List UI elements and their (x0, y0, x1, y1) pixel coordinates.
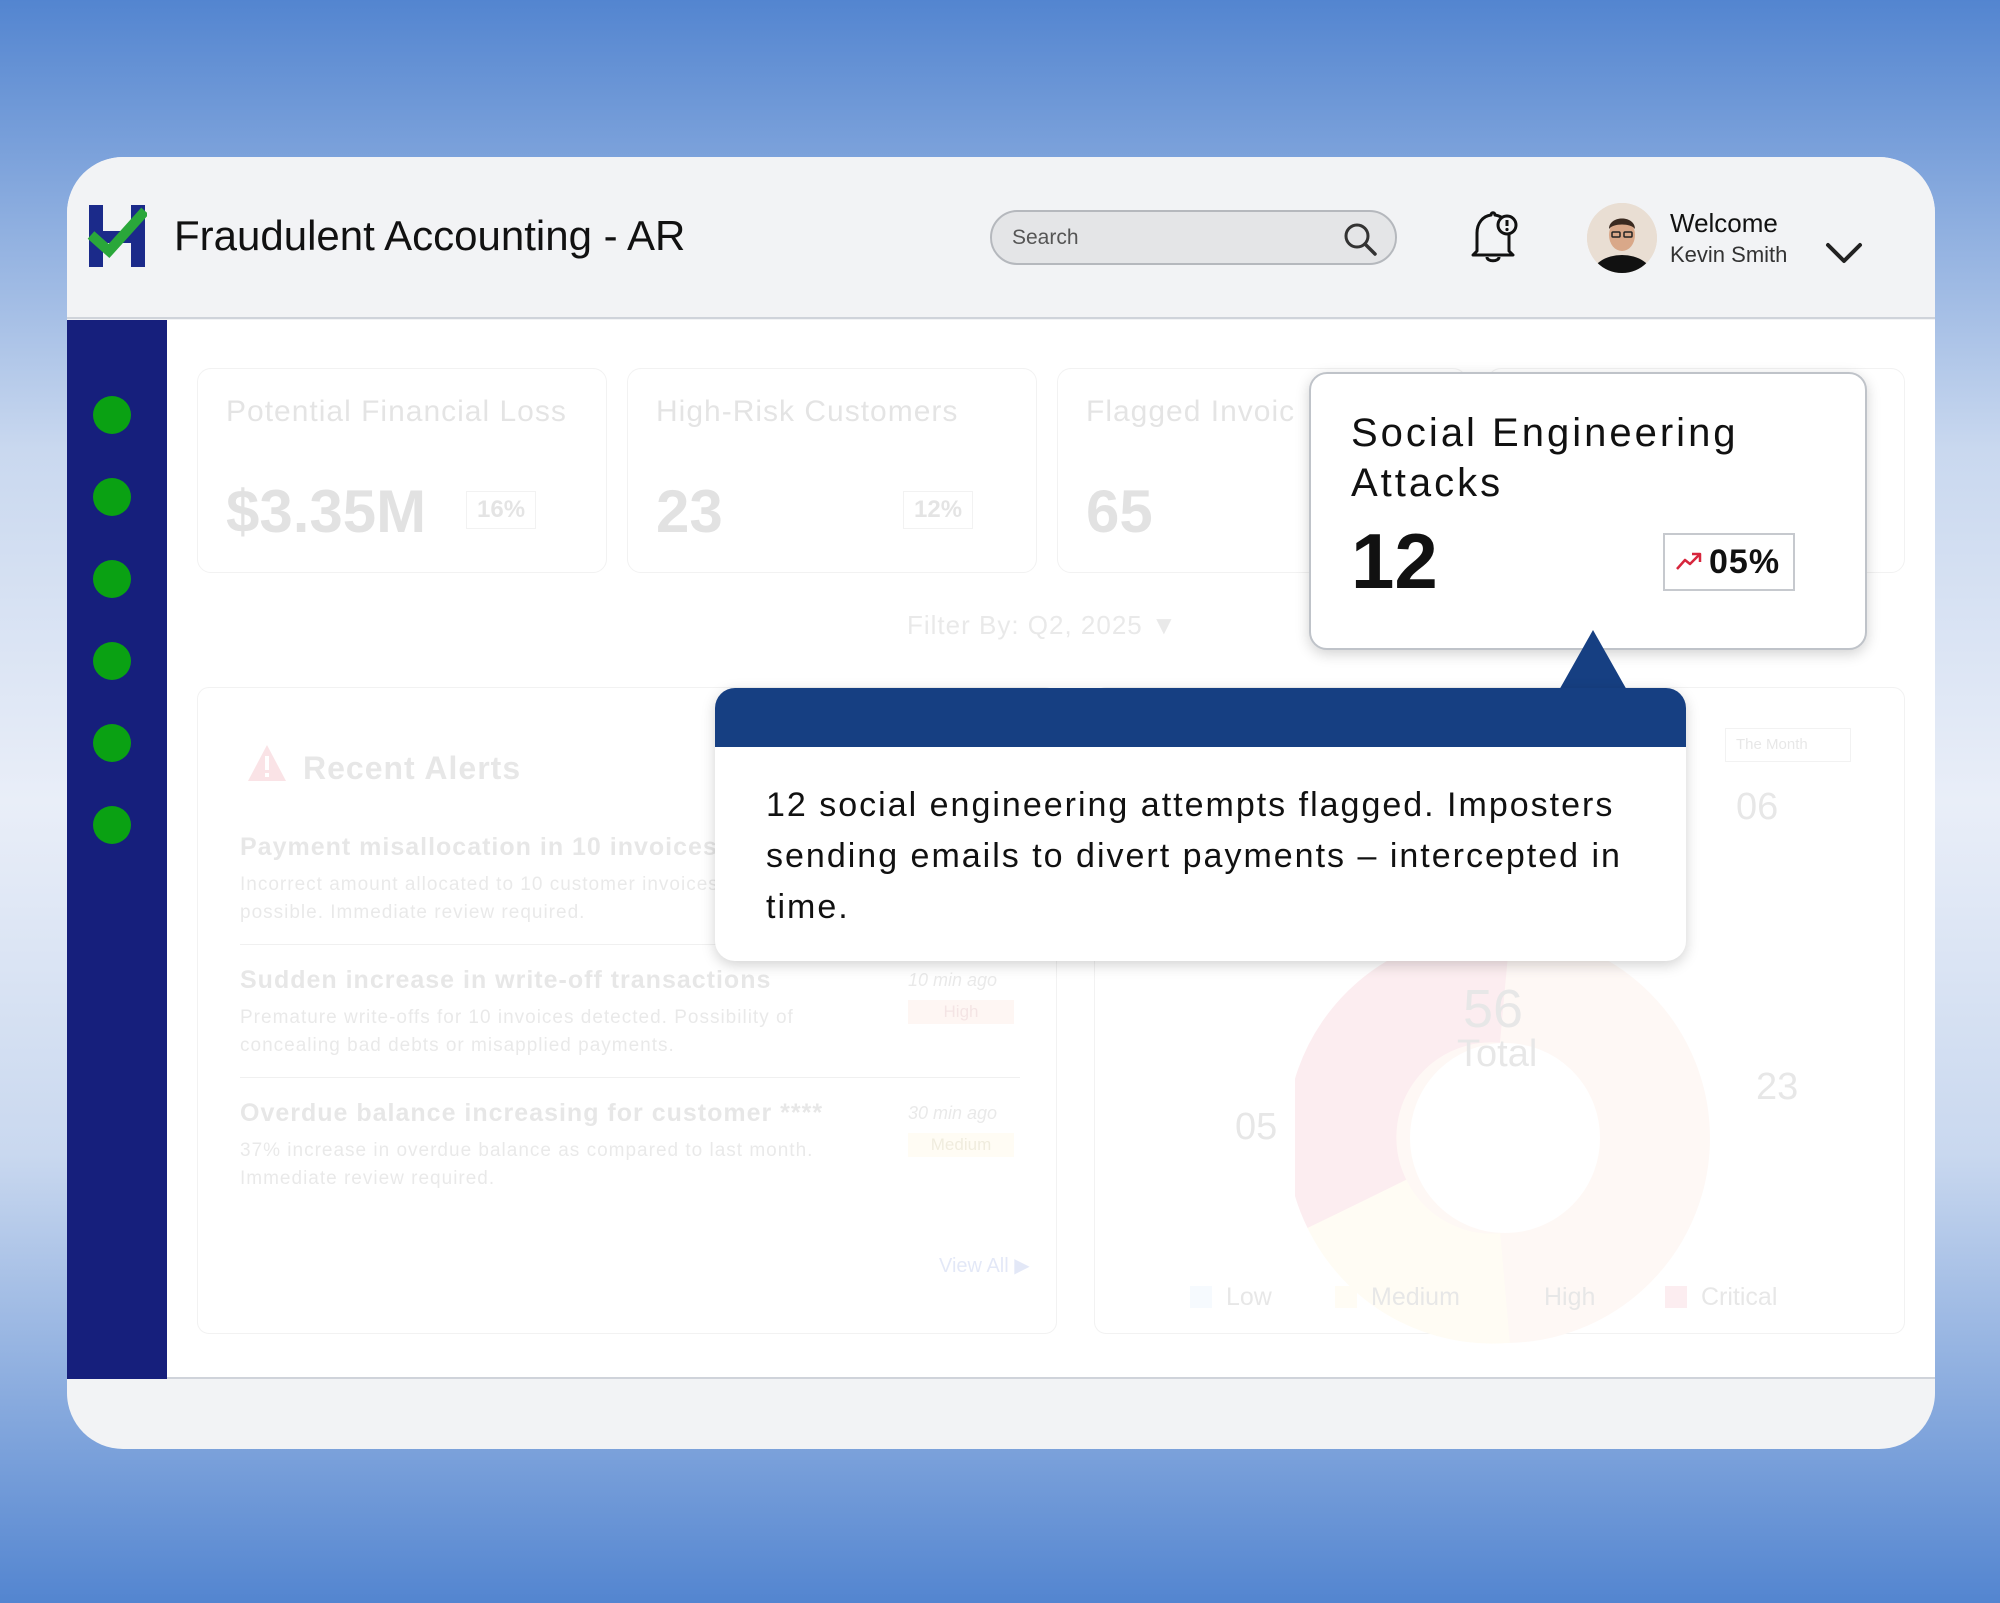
sidebar-item-2[interactable] (93, 478, 131, 516)
top-bar: Fraudulent Accounting - AR Search Welcom… (67, 157, 1935, 319)
donut-segment-medium (1307, 1178, 1510, 1344)
kpi-title: High-Risk Customers (656, 395, 959, 428)
donut-total-label: Total (1457, 1033, 1538, 1075)
kpi-title: Potential Financial Loss (226, 395, 567, 428)
period-select[interactable]: The Month (1725, 728, 1851, 762)
panel-title: Recent Alerts (303, 750, 522, 786)
alert-title[interactable]: Sudden increase in write-off transaction… (240, 966, 771, 995)
view-all-link[interactable]: View All ▶ (939, 1253, 1030, 1278)
donut-total-value: 56 (1463, 979, 1524, 1039)
kpi-delta: 16% (466, 491, 537, 529)
severity-badge: Medium (908, 1133, 1014, 1157)
kpi-title: Social Engineering Attacks (1351, 411, 1739, 505)
legend-item-medium: Medium (1335, 1283, 1460, 1312)
severity-badge: High (908, 1000, 1014, 1024)
user-name: Kevin Smith (1670, 242, 1788, 267)
legend-item-high: High (1508, 1283, 1595, 1312)
donut-label: 23 (1756, 1066, 1799, 1108)
sidebar-item-5[interactable] (93, 724, 131, 762)
donut-label: 05 (1235, 1106, 1278, 1148)
kpi-card-social-engineering[interactable]: Social Engineering Attacks 12 05% (1309, 372, 1867, 650)
kpi-value: $3.35M (226, 478, 427, 545)
avatar[interactable] (1587, 203, 1657, 273)
kpi-delta: 12% (903, 491, 974, 529)
kpi-delta-value: 05% (1709, 543, 1781, 581)
sidebar (67, 320, 167, 1379)
kpi-value: 65 (1086, 478, 1153, 545)
kpi-value: 12 (1351, 517, 1438, 605)
sidebar-item-6[interactable] (93, 806, 131, 844)
app-title: Fraudulent Accounting - AR (174, 212, 686, 259)
warning-icon (248, 745, 286, 781)
kpi-delta-badge: 05% (1663, 533, 1795, 591)
kpi-card-high-risk-customers[interactable]: High-Risk Customers 23 12% (627, 368, 1037, 573)
alert-title[interactable]: Overdue balance increasing for customer … (240, 1099, 823, 1128)
divider (240, 1077, 1020, 1078)
tooltip-callout: 12 social engineering attempts flagged. … (715, 688, 1686, 961)
alert-title[interactable]: Payment misallocation in 10 invoices (240, 833, 718, 862)
search-input[interactable] (1012, 212, 1332, 263)
chevron-down-icon[interactable] (1822, 237, 1866, 267)
search-box[interactable] (990, 210, 1397, 265)
tooltip-header (715, 688, 1686, 747)
search-icon[interactable] (1343, 222, 1377, 256)
kpi-card-financial-loss[interactable]: Potential Financial Loss $3.35M 16% (197, 368, 607, 573)
legend-item-low: Low (1190, 1283, 1272, 1312)
sidebar-item-1[interactable] (93, 396, 131, 434)
alert-time: 10 min ago (908, 970, 998, 990)
kpi-value: 23 (656, 478, 723, 545)
alert-description: 37% increase in overdue balance as compa… (240, 1140, 814, 1189)
alert-time: 30 min ago (908, 1103, 998, 1123)
filter-dropdown[interactable]: Filter By: Q2, 2025 ▼ (907, 610, 1178, 641)
sidebar-item-4[interactable] (93, 642, 131, 680)
alert-description: Premature write-offs for 10 invoices det… (240, 1007, 794, 1056)
logo (87, 205, 147, 267)
donut-label: 06 (1736, 786, 1779, 828)
trend-up-icon (1676, 552, 1702, 570)
tooltip-text: 12 social engineering attempts flagged. … (766, 786, 1622, 926)
bell-icon[interactable] (1465, 207, 1521, 265)
sidebar-item-3[interactable] (93, 560, 131, 598)
welcome-text: Welcome (1670, 208, 1778, 238)
tooltip-pointer (1558, 630, 1628, 692)
legend-item-critical: Critical (1665, 1283, 1777, 1312)
